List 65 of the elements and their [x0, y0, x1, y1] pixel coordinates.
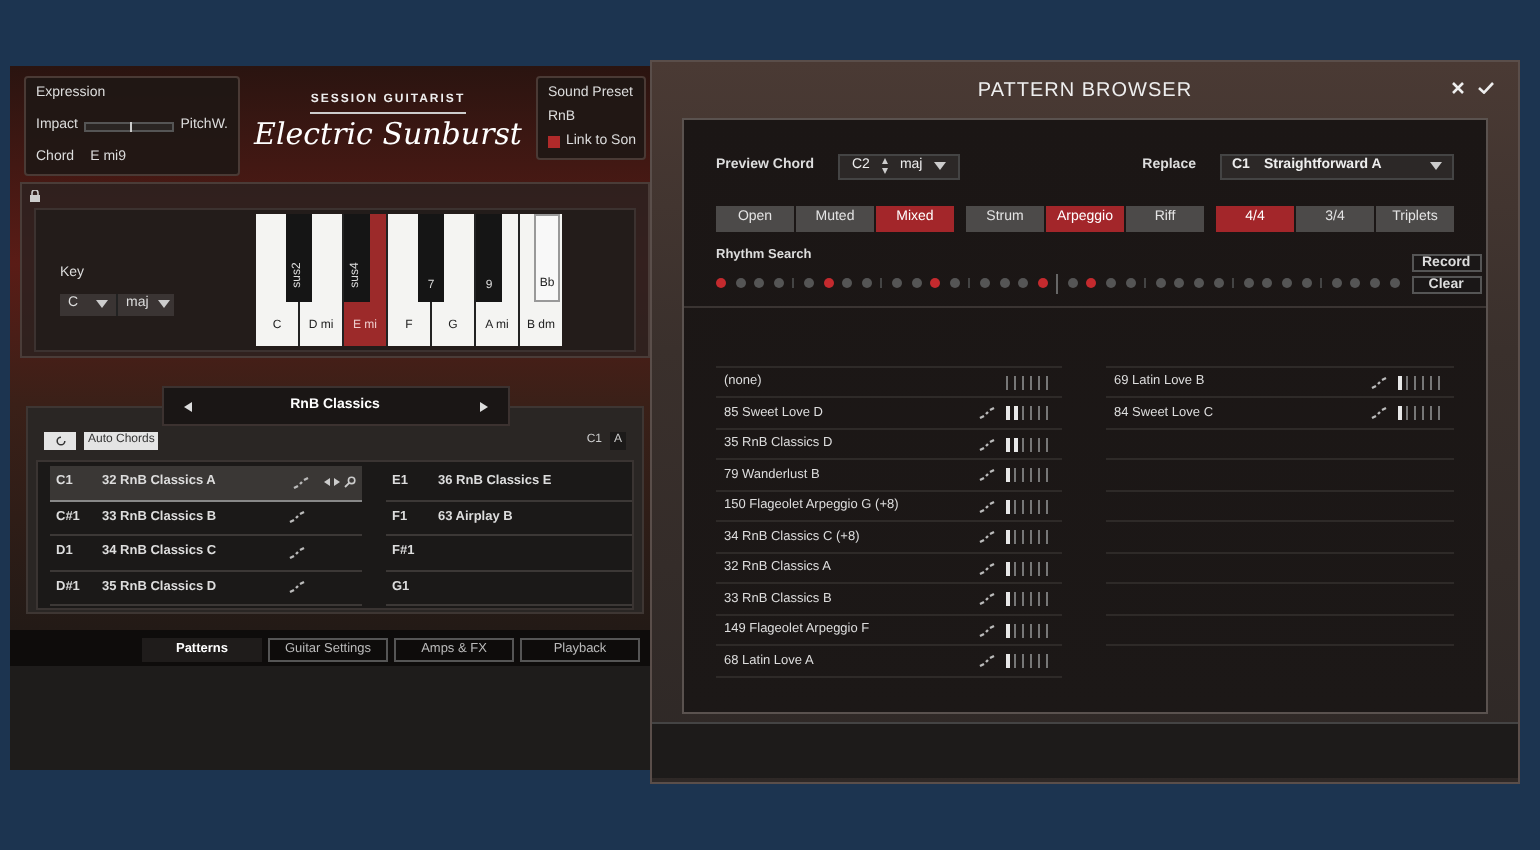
impact-slider[interactable] [84, 121, 175, 131]
caret-icon [934, 162, 947, 170]
close-icon[interactable] [1452, 82, 1464, 94]
rhythm-step[interactable] [1243, 278, 1254, 289]
rhythm-step[interactable] [1331, 278, 1342, 289]
rhythm-step[interactable] [1037, 278, 1048, 289]
rhythm-step[interactable] [842, 278, 853, 289]
rhythm-step[interactable] [754, 278, 765, 289]
ramp-icon [978, 530, 997, 544]
rhythm-step[interactable] [930, 278, 941, 289]
ramp-icon [288, 580, 306, 595]
rhythm-step[interactable] [1301, 278, 1312, 289]
rhythm-step[interactable] [1155, 278, 1166, 289]
rhythm-step[interactable] [1174, 278, 1185, 289]
rhythm-step[interactable] [1086, 278, 1097, 289]
rhythm-step[interactable] [911, 278, 922, 289]
caret-icon [158, 300, 171, 309]
ramp-icon [1370, 406, 1388, 420]
logo-title: Electric Sunburst [254, 114, 522, 154]
next-arrow-icon[interactable] [479, 401, 487, 411]
refresh-icon [55, 435, 65, 445]
rhythm-step[interactable] [716, 278, 726, 289]
rhythm-step[interactable] [1350, 278, 1361, 289]
rhythm-step[interactable] [773, 278, 784, 289]
ramp-icon [978, 499, 997, 513]
rhythm-step[interactable] [891, 278, 902, 289]
previous-arrow-icon[interactable] [183, 401, 191, 411]
ramp-icon [978, 437, 997, 451]
caret-icon [96, 300, 108, 309]
rhythm-step[interactable] [803, 278, 814, 289]
rhythm-step[interactable] [735, 278, 746, 289]
ramp-icon [978, 468, 997, 482]
rhythm-step[interactable] [1125, 278, 1136, 289]
checkmark-icon[interactable] [1478, 82, 1494, 94]
rhythm-step[interactable] [1389, 278, 1400, 289]
stepper-icon[interactable] [881, 158, 888, 174]
rhythm-step[interactable] [1067, 278, 1078, 289]
search-icon[interactable] [344, 476, 356, 489]
rhythm-step[interactable] [1018, 278, 1029, 289]
ramp-icon [288, 510, 306, 525]
rhythm-step[interactable] [949, 278, 960, 289]
rhythm-step[interactable] [1282, 278, 1292, 289]
rhythm-step[interactable] [1106, 278, 1117, 289]
ramp-icon [978, 654, 997, 668]
lock-icon [30, 190, 40, 202]
link-checkbox[interactable] [547, 135, 560, 148]
window-title: PATTERN BROWSER [977, 77, 1193, 105]
ramp-icon [978, 406, 997, 420]
rhythm-step[interactable] [1369, 278, 1380, 289]
rhythm-step[interactable] [999, 278, 1009, 289]
ramp-icon [292, 475, 310, 490]
ramp-icon [978, 623, 997, 637]
refresh-button[interactable] [44, 431, 76, 449]
rhythm-step[interactable] [1194, 278, 1205, 289]
ramp-icon [978, 592, 997, 606]
ramp-icon [1370, 375, 1388, 389]
rhythm-step[interactable] [861, 278, 872, 289]
ramp-icon [288, 545, 306, 560]
rhythm-step[interactable] [1262, 278, 1273, 289]
ramp-icon [978, 561, 997, 575]
caret-icon [1430, 162, 1442, 170]
step-arrows-icon[interactable] [324, 478, 340, 487]
rhythm-step[interactable] [823, 278, 834, 289]
rhythm-step[interactable] [979, 278, 990, 289]
rhythm-step[interactable] [1213, 278, 1224, 289]
